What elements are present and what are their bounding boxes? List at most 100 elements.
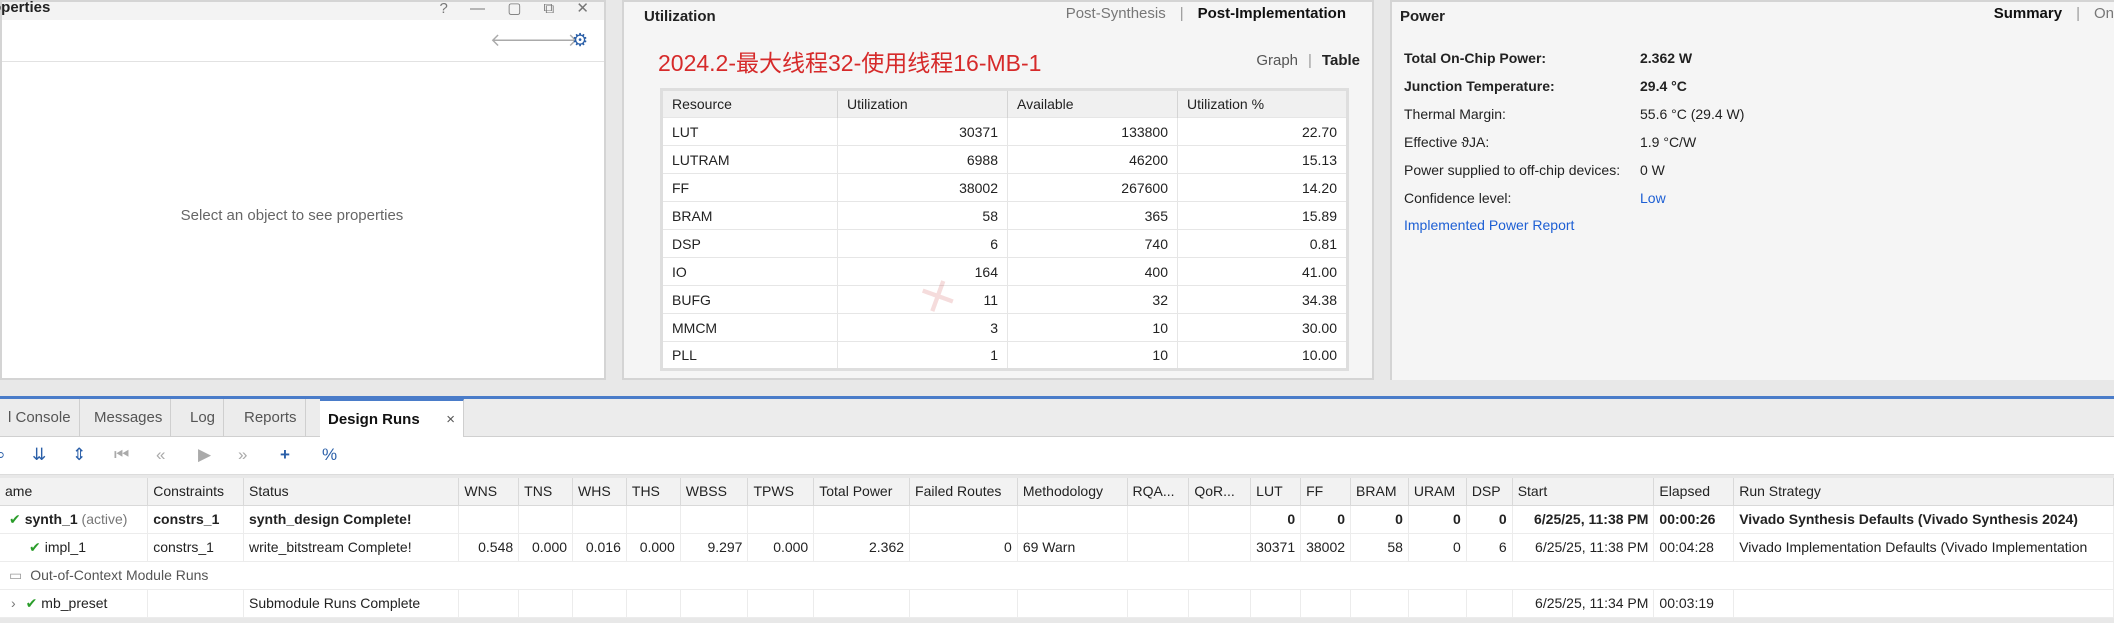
table-row[interactable]: FF 38002 267600 14.20 [661, 173, 1348, 202]
empty-cell [1127, 589, 1190, 618]
close-icon[interactable]: × [446, 401, 455, 439]
tab-tcl-console[interactable]: l Console [0, 399, 80, 437]
resource-cell: LUT [661, 117, 838, 146]
value-cell: 58 [837, 201, 1008, 230]
check-icon: ✔ [9, 510, 21, 527]
empty-cell [1350, 589, 1409, 618]
column-header[interactable]: TNS [518, 478, 574, 506]
value-cell: 1 [837, 341, 1008, 370]
uram-cell: 0 [1408, 505, 1467, 534]
column-header[interactable]: WNS [458, 478, 520, 506]
column-header[interactable]: QoR... [1188, 478, 1252, 506]
implemented-power-report-link[interactable]: Implemented Power Report [1404, 217, 1574, 233]
failed-routes-cell: 0 [909, 533, 1018, 562]
column-header[interactable]: ame [0, 478, 149, 506]
table-row[interactable]: MMCM 3 10 30.00 [661, 313, 1348, 342]
column-header[interactable]: Total Power [813, 478, 911, 506]
tab-log[interactable]: Log [182, 399, 225, 437]
column-header[interactable]: Utilization [837, 89, 1008, 118]
power-value: 29.4 °C [1640, 78, 1687, 94]
properties-toolbar: 🡐 🡒 ⚙ [2, 24, 604, 62]
view-table[interactable]: Table [1322, 52, 1360, 69]
column-header[interactable]: WHS [572, 478, 627, 506]
tab-summary[interactable]: Summary [1994, 5, 2062, 22]
empty-cell [458, 589, 520, 618]
column-header[interactable]: Available [1007, 89, 1178, 118]
constraints-cell: constrs_1 [147, 533, 244, 562]
add-icon[interactable]: + [280, 445, 290, 465]
status-cell: Submodule Runs Complete [243, 589, 460, 618]
methodology-cell[interactable]: 69 Warn [1017, 533, 1128, 562]
tab-messages[interactable]: Messages [86, 399, 172, 437]
column-header[interactable]: DSP [1466, 478, 1513, 506]
first-icon[interactable]: ⏮ [114, 445, 129, 465]
empty-cell [518, 589, 574, 618]
column-header[interactable]: TPWS [747, 478, 815, 506]
column-header[interactable]: Elapsed [1653, 478, 1735, 506]
table-row[interactable]: BUFG 11 32 34.38 [661, 285, 1348, 314]
collapse-all-icon[interactable]: ⇊ [32, 445, 46, 465]
properties-title-bar: operties ? — ▢ ⧉ ✕ [0, 0, 604, 20]
window-controls[interactable]: ? — ▢ ⧉ ✕ [440, 0, 598, 17]
expand-all-icon[interactable]: ⇕ [72, 445, 86, 465]
value-cell: 10 [1007, 313, 1178, 342]
column-header[interactable]: RQA... [1127, 478, 1190, 506]
table-row[interactable]: PLL 1 10 10.00 [661, 341, 1348, 370]
empty-cell [1466, 589, 1513, 618]
column-header[interactable]: URAM [1408, 478, 1467, 506]
empty-cell [1188, 589, 1252, 618]
run-group-ooc[interactable]: ▭ Out-of-Context Module Runs [0, 561, 2114, 590]
power-value: 0 W [1640, 162, 1665, 178]
percent-icon[interactable]: % [322, 445, 337, 465]
power-label: Total On-Chip Power: [1404, 50, 1547, 66]
table-row[interactable]: DSP 6 740 0.81 [661, 229, 1348, 258]
separator: | [2076, 5, 2080, 22]
chevron-right-icon[interactable]: › [11, 595, 16, 611]
view-graph[interactable]: Graph [1256, 52, 1298, 69]
elapsed-cell: 00:03:19 [1653, 589, 1735, 618]
column-header[interactable]: Constraints [147, 478, 244, 506]
column-header[interactable]: THS [626, 478, 681, 506]
column-header[interactable]: Resource [661, 89, 838, 118]
next-icon[interactable]: » [238, 445, 247, 465]
empty-cell [1300, 589, 1352, 618]
table-row[interactable]: LUTRAM 6988 46200 15.13 [661, 145, 1348, 174]
empty-cell [1188, 533, 1252, 562]
run-name: mb_preset [41, 594, 108, 611]
tab-design-runs[interactable]: Design Runs × [320, 399, 464, 437]
run-row-synth[interactable]: ✔ synth_1 (active) constrs_1 synth_design… [0, 505, 2114, 534]
power-label: Junction Temperature: [1404, 78, 1555, 94]
column-header[interactable]: LUT [1250, 478, 1302, 506]
table-row[interactable]: LUT 30371 133800 22.70 [661, 117, 1348, 146]
column-header[interactable]: Status [243, 478, 460, 506]
confidence-link[interactable]: Low [1640, 190, 1666, 206]
check-icon: ✔ [25, 594, 38, 611]
column-header[interactable]: WBSS [680, 478, 749, 506]
column-header[interactable]: BRAM [1350, 478, 1409, 506]
run-row-impl[interactable]: ✔ impl_1 constrs_1 write_bitstream Comple… [0, 533, 2114, 562]
total-power-cell: 2.362 [813, 533, 911, 562]
power-label: Thermal Margin: [1404, 106, 1506, 122]
search-icon[interactable]: ⌕ [0, 445, 6, 465]
run-icon[interactable]: ▶ [198, 445, 211, 465]
previous-icon[interactable]: « [156, 445, 165, 465]
design-runs-toolbar: ⌕ ⇊ ⇕ ⏮ « ▶ » + % [0, 437, 2114, 475]
empty-cell [747, 505, 815, 534]
column-header[interactable]: Utilization % [1177, 89, 1348, 118]
gear-icon[interactable]: ⚙ [572, 30, 588, 51]
column-header[interactable]: Start [1512, 478, 1655, 506]
empty-cell [909, 505, 1018, 534]
column-header[interactable]: Run Strategy [1733, 478, 2114, 506]
column-header[interactable]: Methodology [1017, 478, 1128, 506]
tab-post-synthesis[interactable]: Post-Synthesis [1066, 5, 1166, 22]
tab-post-implementation[interactable]: Post-Implementation [1198, 5, 1346, 22]
run-row-mb-preset[interactable]: › ✔ mb_preset Submodule Runs Complete 6/2… [0, 589, 2114, 618]
value-cell: 41.00 [1177, 257, 1348, 286]
tab-reports[interactable]: Reports [236, 399, 306, 437]
value-cell: 6 [837, 229, 1008, 258]
tab-on-chip[interactable]: On [2094, 5, 2114, 22]
table-row[interactable]: BRAM 58 365 15.89 [661, 201, 1348, 230]
column-header[interactable]: FF [1300, 478, 1352, 506]
column-header[interactable]: Failed Routes [909, 478, 1018, 506]
table-row[interactable]: IO 164 400 41.00 [661, 257, 1348, 286]
